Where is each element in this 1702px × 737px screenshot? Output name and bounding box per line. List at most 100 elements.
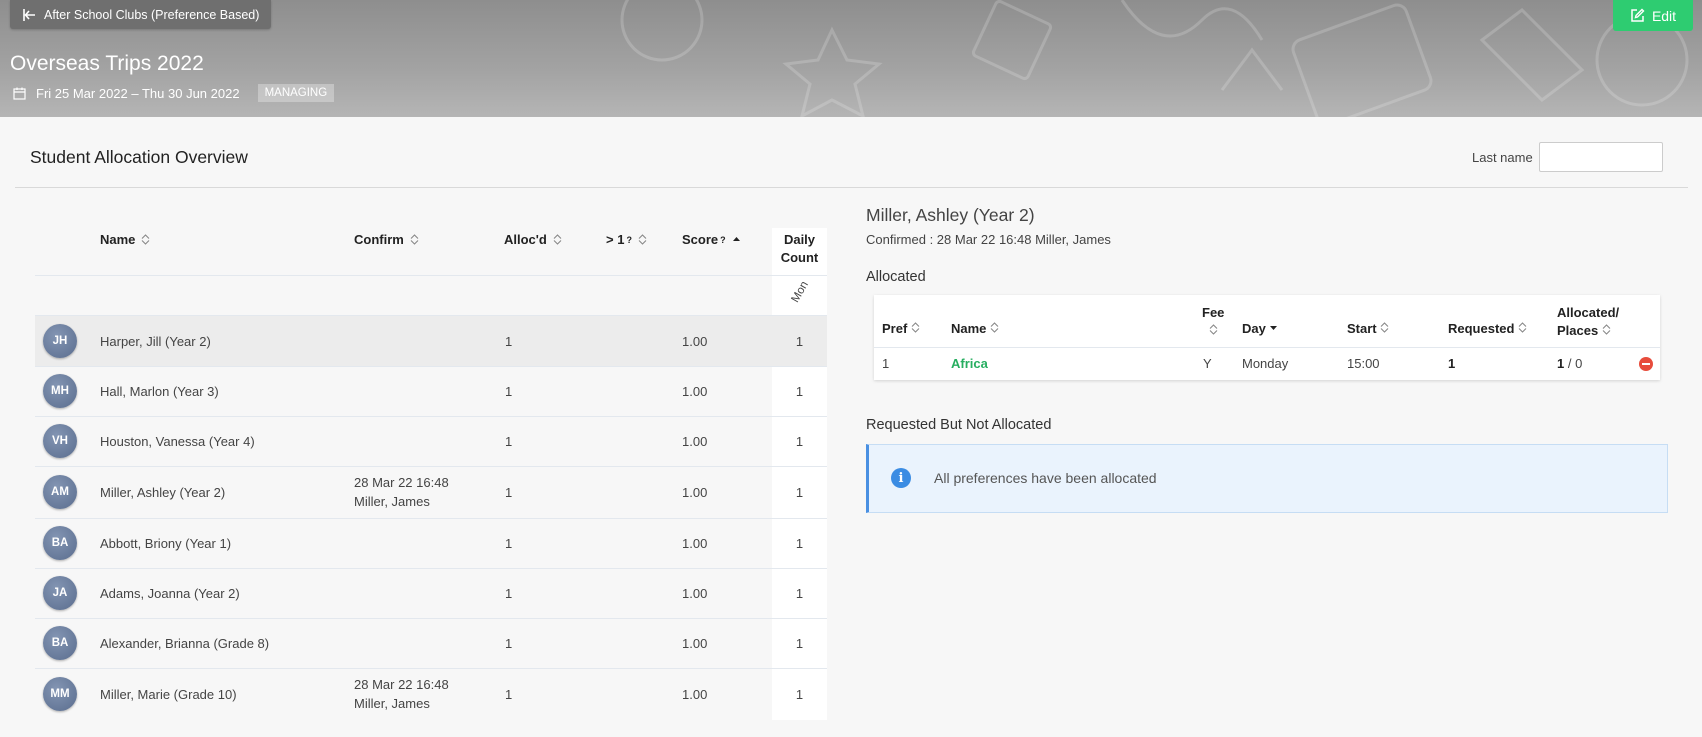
overview-title: Student Allocation Overview	[30, 147, 248, 167]
sort-icon	[638, 234, 647, 245]
sort-icon	[1602, 324, 1611, 335]
alloc-header-divider	[874, 347, 1660, 348]
last-name-label: Last name	[1472, 150, 1533, 165]
table-row[interactable]: AM Miller, Ashley (Year 2) 28 Mar 22 16:48…	[35, 466, 827, 518]
alloc-start: 15:00	[1347, 356, 1380, 371]
back-arrow-icon	[23, 8, 35, 21]
student-name: Miller, Ashley (Year 2)	[100, 485, 226, 500]
info-icon: i	[891, 468, 911, 488]
day-column-header[interactable]: Day	[1242, 320, 1278, 338]
avatar: BA	[43, 526, 77, 560]
sort-icon	[553, 234, 562, 245]
table-row[interactable]: JH Harper, Jill (Year 2) 1 1.00 1	[35, 316, 827, 366]
score-value: 1.00	[682, 434, 708, 449]
selected-student-name: Miller, Ashley (Year 2)	[866, 205, 1035, 225]
back-button[interactable]: After School Clubs (Preference Based)	[10, 0, 272, 29]
score-value: 1.00	[682, 586, 708, 601]
allocd-column-header[interactable]: Alloc'd	[504, 232, 562, 247]
avatar: JH	[43, 324, 77, 358]
pref-column-header[interactable]: Pref	[882, 320, 920, 338]
sort-icon	[142, 234, 150, 245]
requested-column-header[interactable]: Requested	[1448, 320, 1527, 338]
mon-count: 1	[795, 334, 804, 349]
table-row[interactable]: VH Houston, Vanessa (Year 4) 1 1.00 1	[35, 416, 827, 466]
student-name: Alexander, Brianna (Grade 8)	[100, 636, 270, 651]
table-row[interactable]: MH Hall, Marlon (Year 3) 1 1.00 1	[35, 366, 827, 416]
edit-button-label: Edit	[1651, 7, 1677, 24]
club-name-column-header[interactable]: Name	[951, 320, 999, 338]
allocd-count: 1	[505, 384, 513, 399]
allocated-places-column-header[interactable]: Allocated/Places	[1557, 304, 1619, 340]
name-column-header[interactable]: Name	[100, 232, 150, 247]
edit-button[interactable]: Edit	[1613, 0, 1693, 31]
score-help-icon[interactable]: ?	[720, 235, 726, 245]
score-value: 1.00	[682, 384, 708, 399]
allocd-count: 1	[505, 434, 513, 449]
avatar: AM	[43, 475, 77, 509]
confirm-info: 28 Mar 22 16:48 Miller, James	[354, 677, 449, 711]
sort-icon	[1518, 322, 1527, 333]
alloc-requested: 1	[1448, 356, 1456, 371]
header-divider	[35, 275, 827, 276]
alloc-pref: 1	[882, 356, 890, 371]
sort-descending-icon	[1270, 326, 1278, 330]
score-column-header[interactable]: Score?	[682, 232, 741, 247]
info-message: All preferences have been allocated	[934, 470, 1157, 486]
student-name: Harper, Jill (Year 2)	[100, 334, 211, 349]
sort-icon	[911, 322, 920, 333]
mon-count: 1	[795, 434, 804, 449]
header-pattern	[620, 0, 1689, 117]
score-value: 1.00	[682, 687, 708, 702]
allocd-count: 1	[505, 636, 513, 651]
confirm-column-header[interactable]: Confirm	[354, 232, 419, 247]
mon-count: 1	[795, 536, 804, 551]
fee-column-header[interactable]: Fee	[1202, 304, 1224, 340]
mon-count: 1	[795, 586, 804, 601]
mon-count: 1	[795, 485, 804, 500]
date-row: Fri 25 Mar 2022 – Thu 30 Jun 2022 MANAGI…	[13, 84, 335, 102]
allocd-count: 1	[505, 536, 513, 551]
student-name: Abbott, Briony (Year 1)	[100, 536, 232, 551]
student-name: Houston, Vanessa (Year 4)	[100, 434, 255, 449]
back-button-label: After School Clubs (Preference Based)	[44, 7, 260, 22]
allocd-count: 1	[505, 485, 513, 500]
daily-count-header: Daily Count	[780, 232, 819, 265]
table-row[interactable]: JA Adams, Joanna (Year 2) 1 1.00 1	[35, 568, 827, 618]
avatar: JA	[43, 576, 77, 610]
page-title: Overseas Trips 2022	[10, 52, 204, 75]
club-link[interactable]: Africa	[951, 356, 988, 371]
gt1-help-icon[interactable]: ?	[626, 235, 632, 245]
score-value: 1.00	[682, 536, 708, 551]
score-value: 1.00	[682, 636, 708, 651]
student-name: Hall, Marlon (Year 3)	[100, 384, 219, 399]
mon-count: 1	[795, 384, 804, 399]
last-name-input[interactable]	[1539, 142, 1663, 172]
remove-allocation-icon[interactable]	[1639, 357, 1653, 371]
score-value: 1.00	[682, 334, 708, 349]
sort-ascending-icon	[732, 237, 740, 241]
allocd-count: 1	[505, 586, 513, 601]
mon-count: 1	[795, 687, 804, 702]
table-row[interactable]: BA Abbott, Briony (Year 1) 1 1.00 1	[35, 518, 827, 568]
sort-icon	[1380, 322, 1389, 333]
student-name: Adams, Joanna (Year 2)	[100, 586, 240, 601]
info-alert: i All preferences have been allocated	[866, 444, 1668, 513]
table-row[interactable]: BA Alexander, Brianna (Grade 8) 1 1.00 1	[35, 618, 827, 668]
gt1-column-header[interactable]: > 1?	[606, 232, 647, 247]
avatar: MM	[43, 677, 77, 711]
allocd-count: 1	[505, 687, 513, 702]
mon-count: 1	[795, 636, 804, 651]
avatar: BA	[43, 626, 77, 660]
calendar-icon	[13, 87, 26, 100]
section-divider	[15, 187, 1688, 188]
table-row[interactable]: MM Miller, Marie (Grade 10) 28 Mar 22 16:4…	[35, 668, 827, 720]
avatar: MH	[43, 374, 77, 408]
avatar: VH	[43, 424, 77, 458]
alloc-places: 1 / 0	[1557, 356, 1583, 371]
allocated-title: Allocated	[866, 269, 926, 285]
alloc-fee: Y	[1203, 356, 1212, 371]
confirm-info: 28 Mar 22 16:48 Miller, James	[354, 475, 449, 509]
start-column-header[interactable]: Start	[1347, 320, 1389, 338]
alloc-day: Monday	[1242, 356, 1289, 371]
edit-icon	[1631, 8, 1645, 22]
